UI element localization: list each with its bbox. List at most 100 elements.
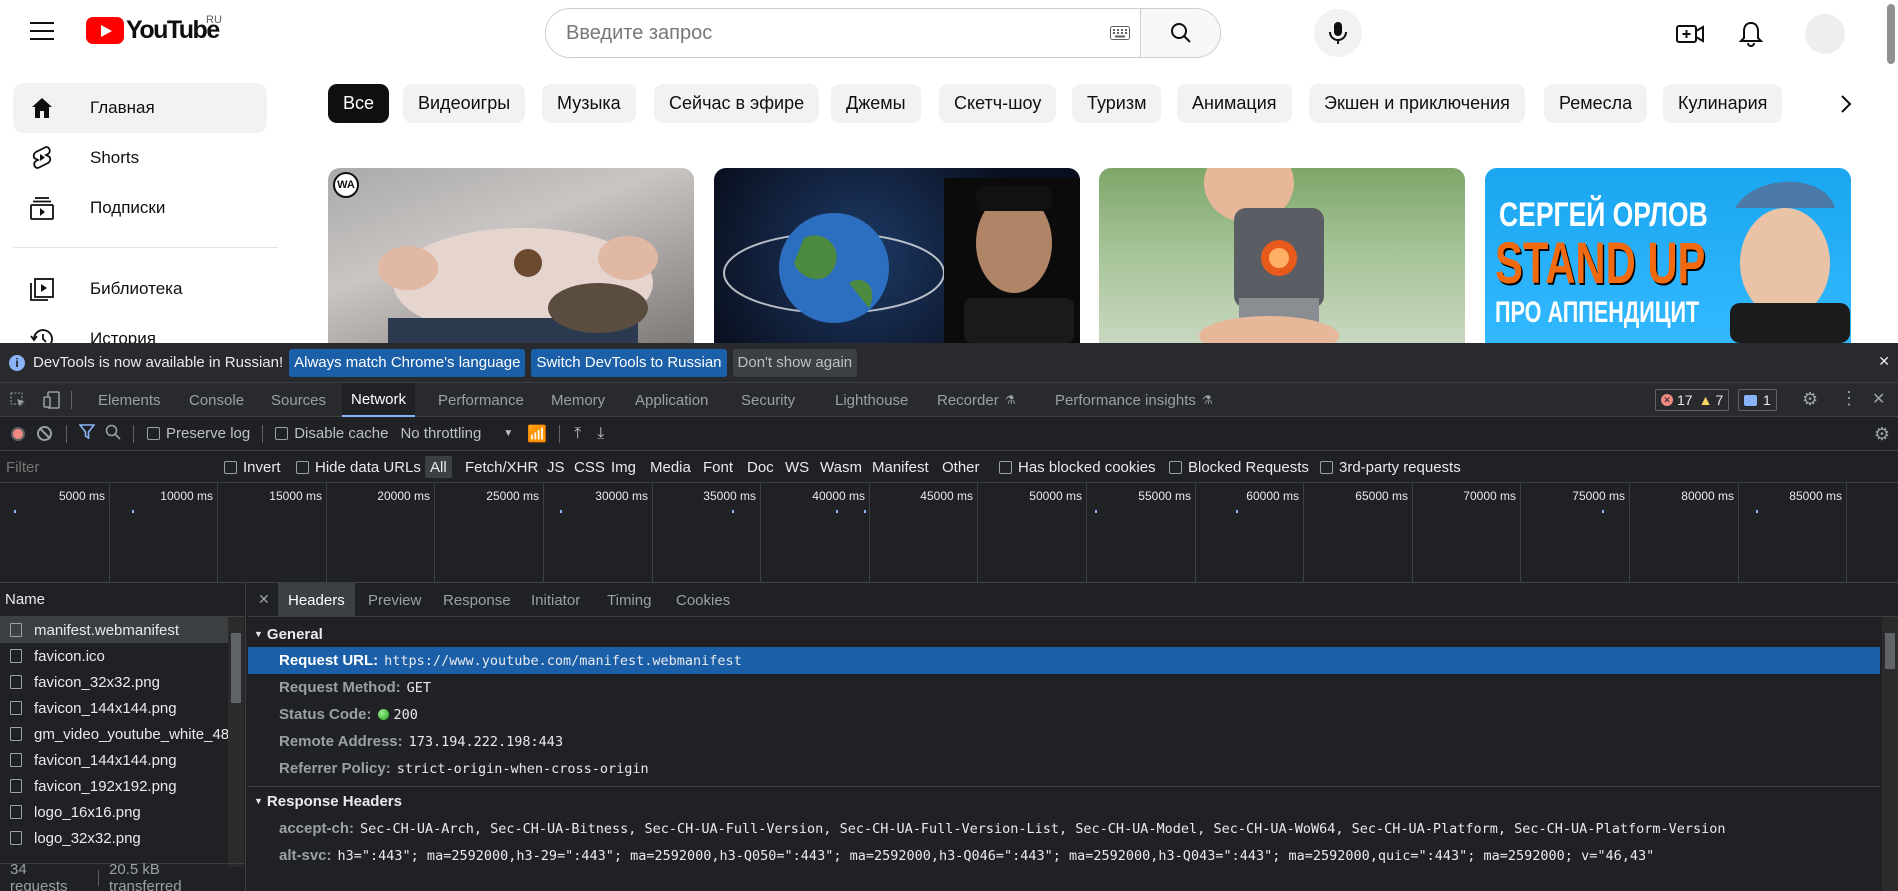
- preserve-log-checkbox[interactable]: [147, 427, 160, 440]
- chip-cooking[interactable]: Кулинария: [1663, 84, 1783, 123]
- request-row[interactable]: favicon_144x144.png: [0, 695, 228, 721]
- filter-type-wasm[interactable]: Wasm: [820, 451, 862, 483]
- header-row[interactable]: Remote Address: 173.194.222.198:443: [248, 728, 1880, 755]
- general-section-header[interactable]: ▼ General: [248, 621, 323, 647]
- always-match-language-button[interactable]: Always match Chrome's language: [289, 348, 526, 377]
- tab-response[interactable]: Response: [433, 583, 521, 617]
- details-scrollbar[interactable]: [1882, 617, 1898, 891]
- chip-live[interactable]: Сейчас в эфире: [654, 84, 820, 123]
- request-row[interactable]: favicon.ico: [0, 643, 228, 669]
- header-row[interactable]: Referrer Policy: strict-origin-when-cross…: [248, 755, 1880, 782]
- chip-sketch[interactable]: Скетч-шоу: [939, 84, 1057, 123]
- tab-timing[interactable]: Timing: [597, 583, 661, 617]
- keyboard-icon[interactable]: [1100, 9, 1140, 57]
- header-row[interactable]: accept-ch: Sec-CH-UA-Arch, Sec-CH-UA-Bitn…: [248, 815, 1880, 842]
- filter-type-img[interactable]: Img: [611, 451, 636, 483]
- tab-sources[interactable]: Sources: [262, 383, 335, 417]
- switch-to-russian-button[interactable]: Switch DevTools to Russian: [531, 348, 727, 377]
- tab-lighthouse[interactable]: Lighthouse: [826, 383, 917, 417]
- close-details-icon[interactable]: ✕: [258, 591, 270, 608]
- tab-console[interactable]: Console: [180, 383, 253, 417]
- device-toolbar-icon[interactable]: [43, 391, 61, 413]
- chip-animation[interactable]: Анимация: [1177, 84, 1292, 123]
- network-conditions-icon[interactable]: 📶: [527, 424, 547, 444]
- filter-type-all[interactable]: All: [425, 456, 452, 478]
- header-row[interactable]: Request Method: GET: [248, 674, 1880, 701]
- filter-type-fetch-xhr[interactable]: Fetch/XHR: [465, 451, 538, 483]
- third-party-checkbox[interactable]: [1320, 460, 1333, 474]
- menu-icon[interactable]: [30, 22, 54, 42]
- create-video-icon[interactable]: [1670, 14, 1710, 54]
- filter-type-js[interactable]: JS: [547, 451, 565, 483]
- chip-jams[interactable]: Джемы: [831, 84, 921, 123]
- header-row[interactable]: alt-svc: h3=":443"; ma=2592000,h3-29=":44…: [248, 842, 1880, 869]
- export-har-icon[interactable]: ⤓: [597, 425, 604, 443]
- network-settings-gear-icon[interactable]: ⚙: [1874, 424, 1890, 445]
- search-button[interactable]: [1140, 9, 1220, 57]
- voice-search-button[interactable]: [1314, 9, 1362, 57]
- request-row[interactable]: favicon_32x32.png: [0, 669, 228, 695]
- chip-tourism[interactable]: Туризм: [1072, 84, 1162, 123]
- tab-cookies[interactable]: Cookies: [666, 583, 740, 617]
- tab-network[interactable]: Network: [342, 383, 416, 417]
- video-thumbnail[interactable]: WA: [328, 168, 694, 343]
- chip-crafts[interactable]: Ремесла: [1544, 84, 1648, 123]
- filter-type-doc[interactable]: Doc: [747, 451, 774, 483]
- request-row[interactable]: logo_16x16.png: [0, 799, 228, 825]
- clear-icon[interactable]: [37, 426, 52, 441]
- video-thumbnail[interactable]: [1099, 168, 1465, 343]
- issues-counter[interactable]: ✕ 17 ▲ 7: [1655, 389, 1730, 411]
- chip-action[interactable]: Экшен и приключения: [1309, 84, 1525, 123]
- avatar[interactable]: [1805, 14, 1845, 54]
- hide-data-urls-checkbox[interactable]: [296, 460, 309, 474]
- filter-type-font[interactable]: Font: [703, 451, 733, 483]
- tab-performance[interactable]: Performance: [429, 383, 533, 417]
- tab-preview[interactable]: Preview: [358, 583, 431, 617]
- sidebar-item-home[interactable]: Главная: [13, 83, 267, 133]
- response-headers-section-header[interactable]: ▼ Response Headers: [248, 788, 402, 814]
- sidebar-item-subscriptions[interactable]: Подписки: [13, 183, 267, 233]
- header-row[interactable]: Request URL: https://www.youtube.com/mani…: [248, 647, 1880, 674]
- tab-recorder[interactable]: Recorder ⚗: [928, 383, 1024, 417]
- request-row[interactable]: favicon_144x144.png: [0, 747, 228, 773]
- chip-videogames[interactable]: Видеоигры: [403, 84, 526, 123]
- tab-headers[interactable]: Headers: [278, 583, 355, 617]
- filter-input[interactable]: [2, 455, 208, 479]
- disable-cache-checkbox[interactable]: [275, 427, 289, 440]
- youtube-logo[interactable]: YouTube RU: [86, 14, 222, 45]
- more-options-icon[interactable]: ⋮: [1840, 388, 1858, 409]
- inspect-element-icon[interactable]: [10, 392, 26, 412]
- request-row[interactable]: favicon_192x192.png: [0, 773, 228, 799]
- tab-security[interactable]: Security: [732, 383, 804, 417]
- blocked-cookies-checkbox[interactable]: [999, 460, 1012, 474]
- filter-type-other[interactable]: Other: [942, 451, 980, 483]
- invert-checkbox[interactable]: [224, 460, 237, 474]
- import-har-icon[interactable]: ⤒: [574, 425, 581, 443]
- sidebar-item-shorts[interactable]: Shorts: [13, 133, 267, 183]
- filter-type-manifest[interactable]: Manifest: [872, 451, 929, 483]
- chip-all[interactable]: Все: [328, 84, 390, 123]
- search-icon[interactable]: [105, 424, 121, 444]
- video-thumbnail[interactable]: СЕРГЕЙ ОРЛОВ STAND UP ПРО АППЕНДИЦИТ: [1485, 168, 1851, 343]
- tab-elements[interactable]: Elements: [89, 383, 170, 417]
- tab-memory[interactable]: Memory: [542, 383, 614, 417]
- blocked-requests-checkbox[interactable]: [1169, 460, 1182, 474]
- page-scrollbar[interactable]: [1884, 0, 1898, 343]
- filter-type-css[interactable]: CSS: [574, 451, 605, 483]
- video-thumbnail[interactable]: [714, 168, 1080, 343]
- request-list-scrollbar[interactable]: [228, 617, 244, 867]
- close-devtools-icon[interactable]: ✕: [1872, 389, 1885, 409]
- filter-type-media[interactable]: Media: [650, 451, 691, 483]
- chevron-right-icon[interactable]: [1826, 84, 1866, 124]
- search-input[interactable]: [546, 9, 1100, 57]
- messages-counter[interactable]: 1: [1738, 389, 1777, 411]
- tab-application[interactable]: Application: [626, 383, 717, 417]
- request-row[interactable]: logo_32x32.png: [0, 825, 228, 851]
- request-row[interactable]: manifest.webmanifest: [0, 617, 228, 643]
- throttling-select[interactable]: No throttling ▼: [400, 425, 513, 442]
- request-row[interactable]: gm_video_youtube_white_48dp: [0, 721, 228, 747]
- sidebar-item-history[interactable]: История: [13, 314, 267, 343]
- dont-show-again-button[interactable]: Don't show again: [732, 348, 858, 377]
- record-icon[interactable]: [11, 426, 25, 441]
- name-column-header[interactable]: Name: [0, 583, 246, 617]
